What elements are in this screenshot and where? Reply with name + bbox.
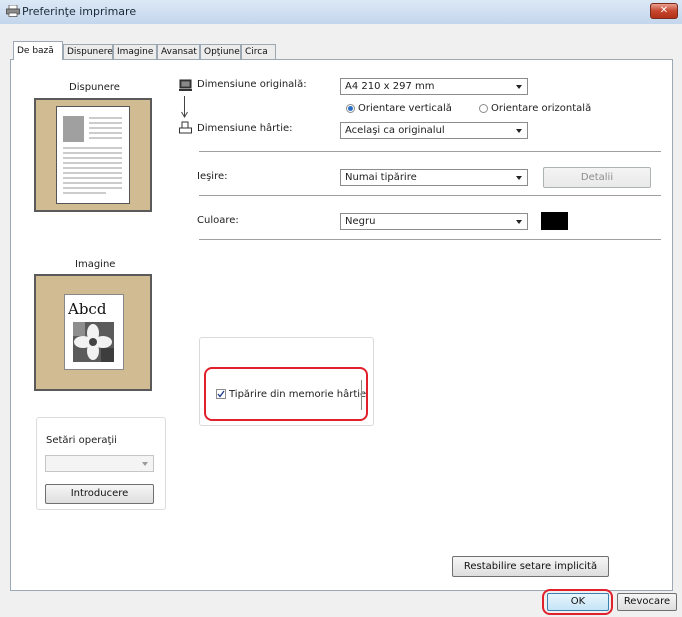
paper-size-value: Acelaşi ca originalul <box>345 125 445 136</box>
tab-options[interactable]: Opţiune <box>200 44 241 59</box>
chevron-down-icon <box>516 220 522 224</box>
memory-checkbox[interactable] <box>216 389 226 399</box>
introduce-button[interactable]: Introducere <box>45 484 154 504</box>
tab-basic[interactable]: De bază <box>13 41 63 60</box>
image-preview-label: Imagine <box>75 259 116 270</box>
color-select[interactable]: Negru <box>340 213 528 230</box>
orientation-landscape-label: Orientare orizontală <box>491 103 592 114</box>
original-size-label: Dimensiune originală: <box>197 79 307 90</box>
window-title: Preferinţe imprimare <box>22 5 137 18</box>
output-value: Numai tipărire <box>345 172 417 183</box>
printer-icon <box>6 5 20 17</box>
orientation-landscape-radio[interactable] <box>479 104 488 113</box>
output-label: Ieşire: <box>197 171 228 182</box>
paper-size-select[interactable]: Acelaşi ca originalul <box>340 122 528 139</box>
tab-about[interactable]: Circa <box>241 44 276 59</box>
restore-defaults-button[interactable]: Restabilire setare implicită <box>452 556 609 577</box>
color-value: Negru <box>345 216 376 227</box>
original-size-value: A4 210 x 297 mm <box>345 81 435 92</box>
arrow-down-icon <box>181 96 188 118</box>
tab-layout[interactable]: Dispunere <box>63 44 113 59</box>
original-size-select[interactable]: A4 210 x 297 mm <box>340 78 528 95</box>
divider <box>199 195 661 196</box>
image-preview: Abcd <box>34 274 152 391</box>
layout-preview-label: Dispunere <box>69 82 120 93</box>
chevron-down-icon <box>516 129 522 133</box>
color-label: Culoare: <box>197 215 239 226</box>
chevron-down-icon <box>516 176 522 180</box>
details-button[interactable]: Detalii <box>543 167 651 188</box>
paper-size-label: Dimensiune hârtie: <box>197 123 293 134</box>
chevron-down-icon <box>142 462 148 466</box>
flower-photo-icon <box>73 322 114 362</box>
cancel-button[interactable]: Revocare <box>617 593 677 611</box>
divider <box>199 239 661 240</box>
memory-checkbox-label: Tipărire din memorie hârtie <box>229 389 367 400</box>
divider <box>199 151 661 152</box>
operation-settings-label: Setări operaţii <box>46 435 117 446</box>
paper-icon <box>179 121 192 134</box>
chevron-down-icon <box>516 85 522 89</box>
layout-preview <box>34 98 152 212</box>
orientation-portrait-label: Orientare verticală <box>358 103 452 114</box>
ok-button[interactable]: OK <box>547 593 609 611</box>
tab-advanced[interactable]: Avansat <box>157 44 200 59</box>
sample-text: Abcd <box>68 300 107 318</box>
original-document-icon <box>179 79 192 91</box>
orientation-portrait-radio[interactable] <box>346 104 355 113</box>
image-sample-page: Abcd <box>64 294 124 370</box>
page-layout-icon <box>56 106 130 204</box>
divider <box>361 380 362 410</box>
close-button[interactable]: ✕ <box>650 3 678 19</box>
output-select[interactable]: Numai tipărire <box>340 169 528 186</box>
checkmark-icon <box>217 390 225 398</box>
operation-settings-select[interactable] <box>45 455 154 472</box>
color-swatch <box>541 212 568 230</box>
tab-image[interactable]: Imagine <box>113 44 157 59</box>
